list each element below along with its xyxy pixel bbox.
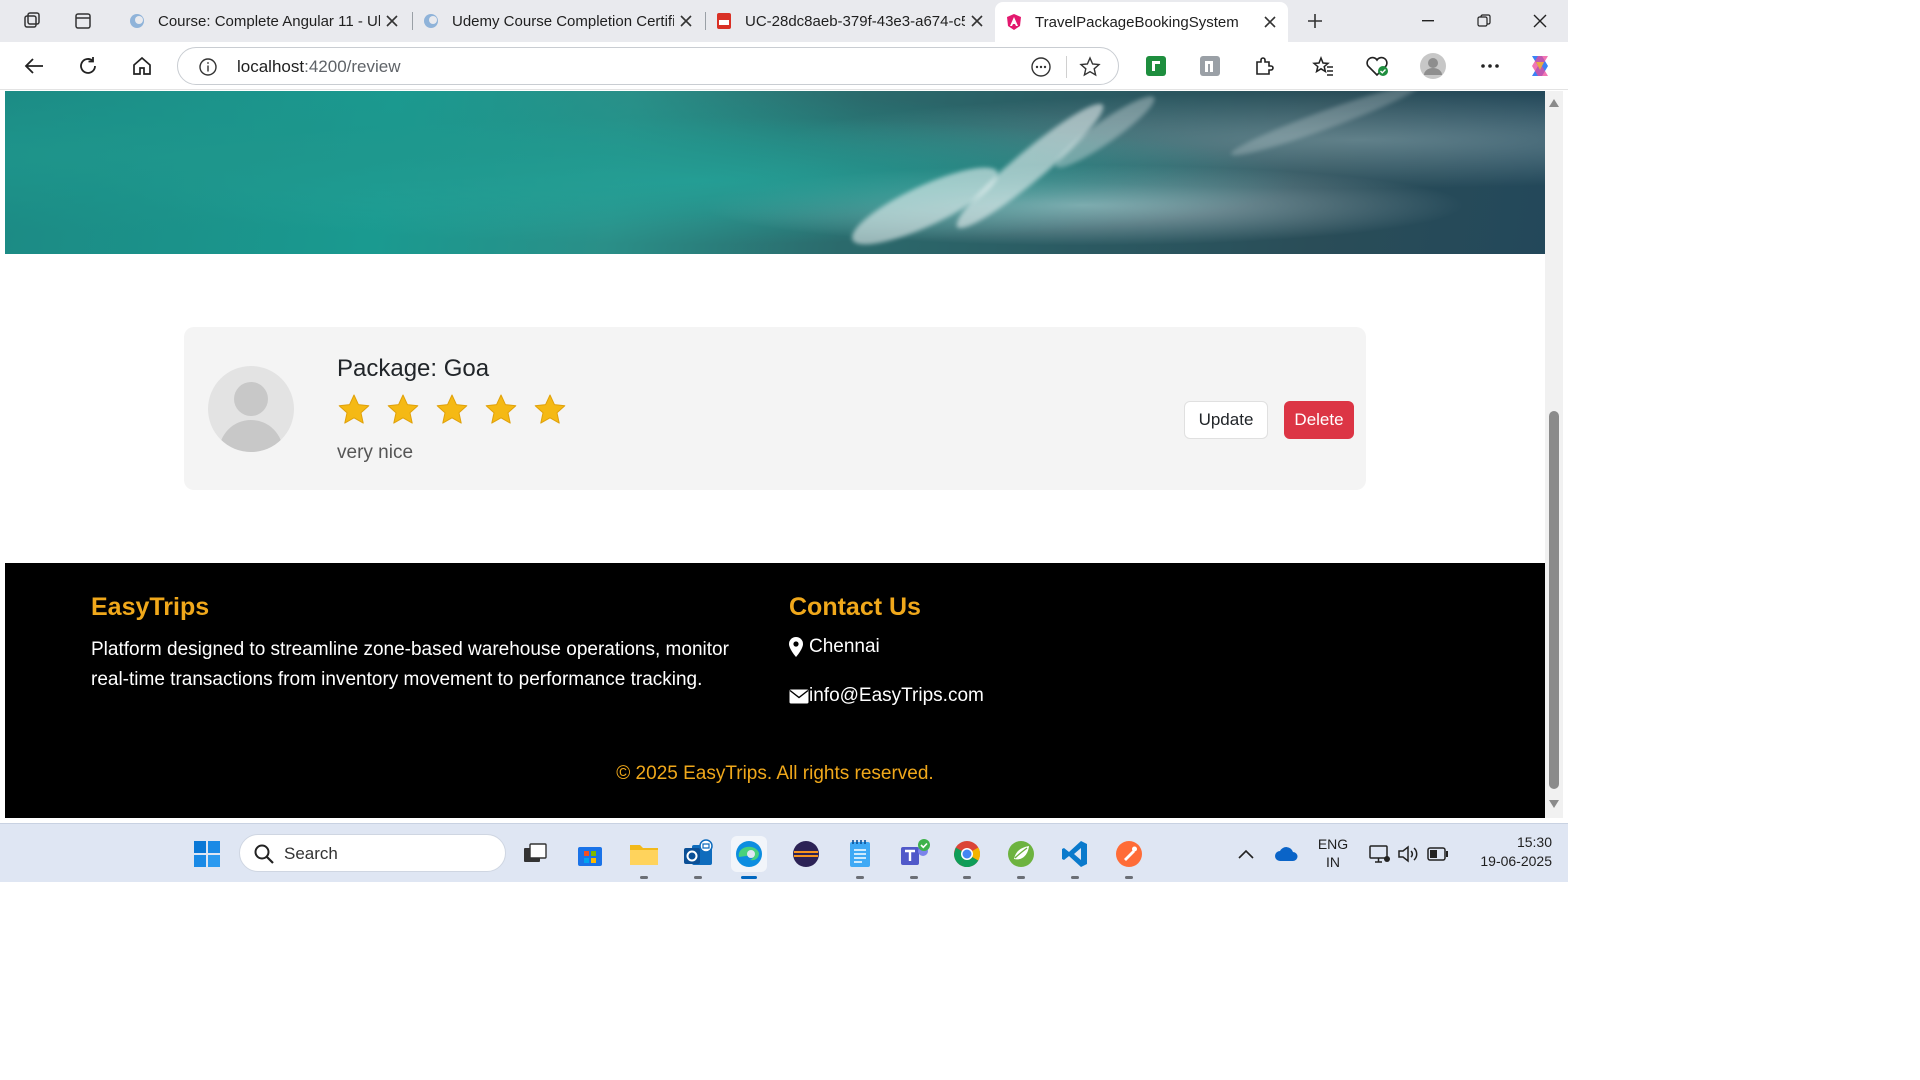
star-icon [338, 394, 370, 424]
map-pin-icon [789, 637, 803, 657]
search-icon [254, 844, 274, 864]
scrollbar-thumb[interactable] [1549, 411, 1559, 789]
workspaces-icon[interactable] [16, 5, 48, 37]
star-rating [337, 393, 567, 427]
browser-tab-strip: Course: Complete Angular 11 - Ul Udemy C… [0, 0, 1568, 42]
star-icon [436, 394, 468, 424]
search-label: Search [284, 844, 338, 863]
teams-icon[interactable] [896, 836, 932, 879]
contact-location: Chennai [789, 636, 880, 658]
extension-green-icon[interactable] [1140, 50, 1172, 82]
scroll-down-arrow-icon[interactable] [1549, 800, 1559, 808]
tab-title: TravelPackageBookingSystem [1035, 13, 1239, 31]
close-icon[interactable] [380, 9, 404, 33]
chevron-up-icon[interactable] [1228, 836, 1264, 872]
taskbar-search[interactable]: Search [239, 834, 506, 872]
footer-description: Platform designed to streamline zone-bas… [91, 639, 729, 690]
input-language[interactable]: ENG IN [1313, 836, 1353, 870]
footer-brand: EasyTrips [91, 593, 210, 621]
copilot-icon[interactable] [1524, 50, 1556, 82]
edge-browser-icon[interactable] [731, 836, 767, 879]
task-view-icon[interactable] [517, 836, 553, 872]
delete-button[interactable]: Delete [1284, 401, 1354, 439]
site-info-icon[interactable] [198, 57, 218, 77]
tab-course-angular[interactable]: Course: Complete Angular 11 - Ul [118, 4, 410, 38]
tab-pdf-certificate[interactable]: UC-28dc8aeb-379f-43e3-a674-c5 [705, 4, 995, 38]
hero-banner-image [5, 91, 1545, 258]
reload-icon[interactable] [72, 50, 104, 82]
edge-page-icon [424, 14, 438, 28]
browser-toolbar: localhost:4200/review [0, 42, 1568, 90]
postman-icon[interactable] [1111, 836, 1147, 879]
new-tab-plus-icon[interactable] [1299, 5, 1331, 37]
microsoft-store-icon[interactable] [572, 836, 608, 872]
clock-time: 15:30 [1516, 834, 1552, 850]
tab-title: Udemy Course Completion Certifi [452, 12, 674, 30]
tab-title: UC-28dc8aeb-379f-43e3-a674-c5 [745, 12, 965, 30]
package-title: Package: Goa [337, 355, 490, 382]
minimize-icon[interactable] [1400, 0, 1456, 42]
close-icon[interactable] [674, 9, 698, 33]
close-icon[interactable] [1258, 10, 1282, 34]
file-explorer-icon[interactable] [626, 836, 662, 879]
page-viewport: Package: Goa very nice Update Delete Eas… [5, 91, 1545, 818]
clock-date: 19-06-2025 [1480, 853, 1552, 869]
angular-icon [1007, 14, 1021, 30]
tab-travel-package[interactable]: TravelPackageBookingSystem [995, 2, 1288, 42]
vscode-icon[interactable] [1057, 836, 1093, 879]
favorites-icon[interactable] [1307, 50, 1339, 82]
language-code: ENG [1317, 836, 1349, 852]
profile-avatar-icon[interactable] [1417, 50, 1449, 82]
home-icon[interactable] [126, 50, 158, 82]
favorite-star-icon[interactable] [1079, 56, 1101, 78]
email-text[interactable]: info@EasyTrips.com [809, 685, 984, 707]
more-options-icon[interactable] [1474, 50, 1506, 82]
browser-essentials-icon[interactable] [1361, 50, 1393, 82]
tab-udemy-certificate[interactable]: Udemy Course Completion Certifi [412, 4, 704, 38]
pdf-icon [717, 13, 731, 29]
region-code: IN [1326, 854, 1340, 870]
tab-actions-icon[interactable] [67, 5, 99, 37]
star-icon [387, 394, 419, 424]
edge-page-icon [130, 14, 144, 28]
footer-copyright: © 2025 EasyTrips. All rights reserved. [616, 763, 934, 784]
review-comment: very nice [337, 442, 414, 463]
site-footer: EasyTrips Platform designed to streamlin… [5, 563, 1545, 818]
user-avatar [208, 366, 294, 452]
windows-start-icon[interactable] [189, 836, 225, 872]
battery-icon[interactable] [1420, 836, 1456, 872]
contact-email: info@EasyTrips.com [789, 685, 984, 707]
outlook-icon[interactable] [680, 836, 716, 879]
eclipse-icon[interactable] [788, 836, 824, 872]
close-icon[interactable] [965, 9, 989, 33]
update-button[interactable]: Update [1184, 401, 1268, 439]
url-text: localhost:4200/review [237, 57, 401, 77]
url-host: localhost [237, 57, 305, 76]
address-bar[interactable]: localhost:4200/review [177, 47, 1119, 85]
star-icon [534, 394, 566, 424]
review-card: Package: Goa very nice Update Delete [184, 327, 1366, 490]
notepad-icon[interactable] [842, 836, 878, 879]
reader-options-icon[interactable] [1030, 56, 1052, 78]
system-clock[interactable]: 15:30 19-06-2025 [1462, 834, 1552, 869]
onedrive-cloud-icon[interactable] [1268, 836, 1304, 872]
location-text: Chennai [809, 636, 880, 657]
back-arrow-icon[interactable] [18, 50, 50, 82]
chrome-icon[interactable] [949, 836, 985, 879]
contact-heading: Contact Us [789, 593, 921, 621]
star-icon [485, 394, 517, 424]
tab-title: Course: Complete Angular 11 - Ul [158, 12, 380, 30]
windows-taskbar: Search ENG IN 15:30 19-06-2025 [0, 823, 1568, 882]
envelope-icon [789, 689, 809, 703]
extension-n-icon[interactable] [1194, 50, 1226, 82]
window-close-icon[interactable] [1512, 0, 1568, 42]
page-scrollbar[interactable] [1545, 91, 1563, 818]
restore-icon[interactable] [1456, 0, 1512, 42]
spring-tools-icon[interactable] [1003, 836, 1039, 879]
extensions-puzzle-icon[interactable] [1248, 50, 1280, 82]
scroll-up-arrow-icon[interactable] [1549, 99, 1559, 107]
url-path: :4200/review [304, 57, 401, 76]
